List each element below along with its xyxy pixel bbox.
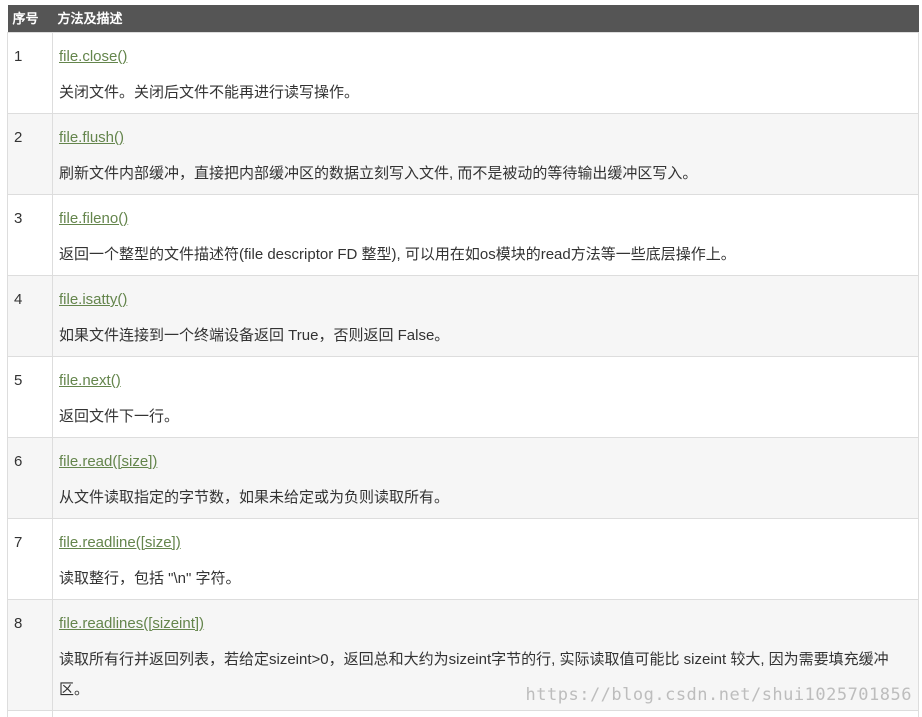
- watermark: https://blog.csdn.net/shui1025701856: [525, 685, 912, 705]
- row-number: 4: [14, 291, 23, 308]
- cell-num: 7: [7, 518, 53, 600]
- cell-num: 1: [7, 32, 53, 114]
- cell-desc: file.read([size]) 从文件读取指定的字节数，如果未给定或为负则读…: [52, 437, 919, 519]
- table-row: 3 file.fileno() 返回一个整型的文件描述符(file descri…: [7, 194, 919, 276]
- table-row: 5 file.next() 返回文件下一行。: [7, 356, 919, 438]
- table-row: 6 file.read([size]) 从文件读取指定的字节数，如果未给定或为负…: [7, 437, 919, 519]
- cell-desc: file.readline([size]) 读取整行，包括 "\n" 字符。: [52, 518, 919, 600]
- method-link[interactable]: file.close(): [59, 46, 127, 68]
- cell-num: 8: [7, 599, 53, 711]
- row-number: 6: [14, 453, 23, 470]
- header-num: 序号: [7, 5, 53, 33]
- row-number: 2: [14, 129, 23, 146]
- cell-desc: file.flush() 刷新文件内部缓冲，直接把内部缓冲区的数据立刻写入文件,…: [52, 113, 919, 195]
- cell-num: [7, 710, 53, 717]
- method-description: 返回一个整型的文件描述符(file descriptor FD 整型), 可以用…: [59, 246, 736, 263]
- cell-desc: file.close() 关闭文件。关闭后文件不能再进行读写操作。: [52, 32, 919, 114]
- file-methods-table: 序号 方法及描述 1 file.close() 关闭文件。关闭后文件不能再进行读…: [7, 5, 919, 717]
- cell-num: 6: [7, 437, 53, 519]
- table-row: 1 file.close() 关闭文件。关闭后文件不能再进行读写操作。: [7, 32, 919, 114]
- method-description: 从文件读取指定的字节数，如果未给定或为负则读取所有。: [59, 489, 450, 506]
- cell-num: 4: [7, 275, 53, 357]
- method-description: 如果文件连接到一个终端设备返回 True，否则返回 False。: [59, 327, 450, 344]
- row-number: 3: [14, 210, 23, 227]
- table-row: 7 file.readline([size]) 读取整行，包括 "\n" 字符。: [7, 518, 919, 600]
- method-link[interactable]: file.next(): [59, 370, 121, 392]
- method-link[interactable]: file.read([size]): [59, 451, 157, 473]
- method-description: 返回文件下一行。: [59, 408, 180, 425]
- cell-desc: file.fileno() 返回一个整型的文件描述符(file descript…: [52, 194, 919, 276]
- table-row: 2 file.flush() 刷新文件内部缓冲，直接把内部缓冲区的数据立刻写入文…: [7, 113, 919, 195]
- method-description: 刷新文件内部缓冲，直接把内部缓冲区的数据立刻写入文件, 而不是被动的等待输出缓冲…: [59, 165, 698, 182]
- method-link[interactable]: file.readlines([sizeint]): [59, 613, 204, 635]
- method-link[interactable]: file.readline([size]): [59, 532, 181, 554]
- cell-desc: file.next() 返回文件下一行。: [52, 356, 919, 438]
- method-description: 关闭文件。关闭后文件不能再进行读写操作。: [59, 84, 360, 101]
- cell-num: 2: [7, 113, 53, 195]
- method-link[interactable]: file.flush(): [59, 127, 124, 149]
- row-number: 8: [14, 615, 23, 632]
- method-description: 读取整行，包括 "\n" 字符。: [59, 570, 241, 587]
- header-desc: 方法及描述: [52, 5, 919, 33]
- cell-desc: file.isatty() 如果文件连接到一个终端设备返回 True，否则返回 …: [52, 275, 919, 357]
- cell-num: 3: [7, 194, 53, 276]
- table-row-partial: [7, 710, 919, 717]
- cell-num: 5: [7, 356, 53, 438]
- table-header-row: 序号 方法及描述: [7, 5, 919, 33]
- method-link[interactable]: file.fileno(): [59, 208, 128, 230]
- row-number: 5: [14, 372, 23, 389]
- table-row: 4 file.isatty() 如果文件连接到一个终端设备返回 True，否则返…: [7, 275, 919, 357]
- cell-desc: [52, 710, 919, 717]
- row-number: 7: [14, 534, 23, 551]
- method-link[interactable]: file.isatty(): [59, 289, 127, 311]
- page: 序号 方法及描述 1 file.close() 关闭文件。关闭后文件不能再进行读…: [0, 0, 922, 717]
- row-number: 1: [14, 48, 23, 65]
